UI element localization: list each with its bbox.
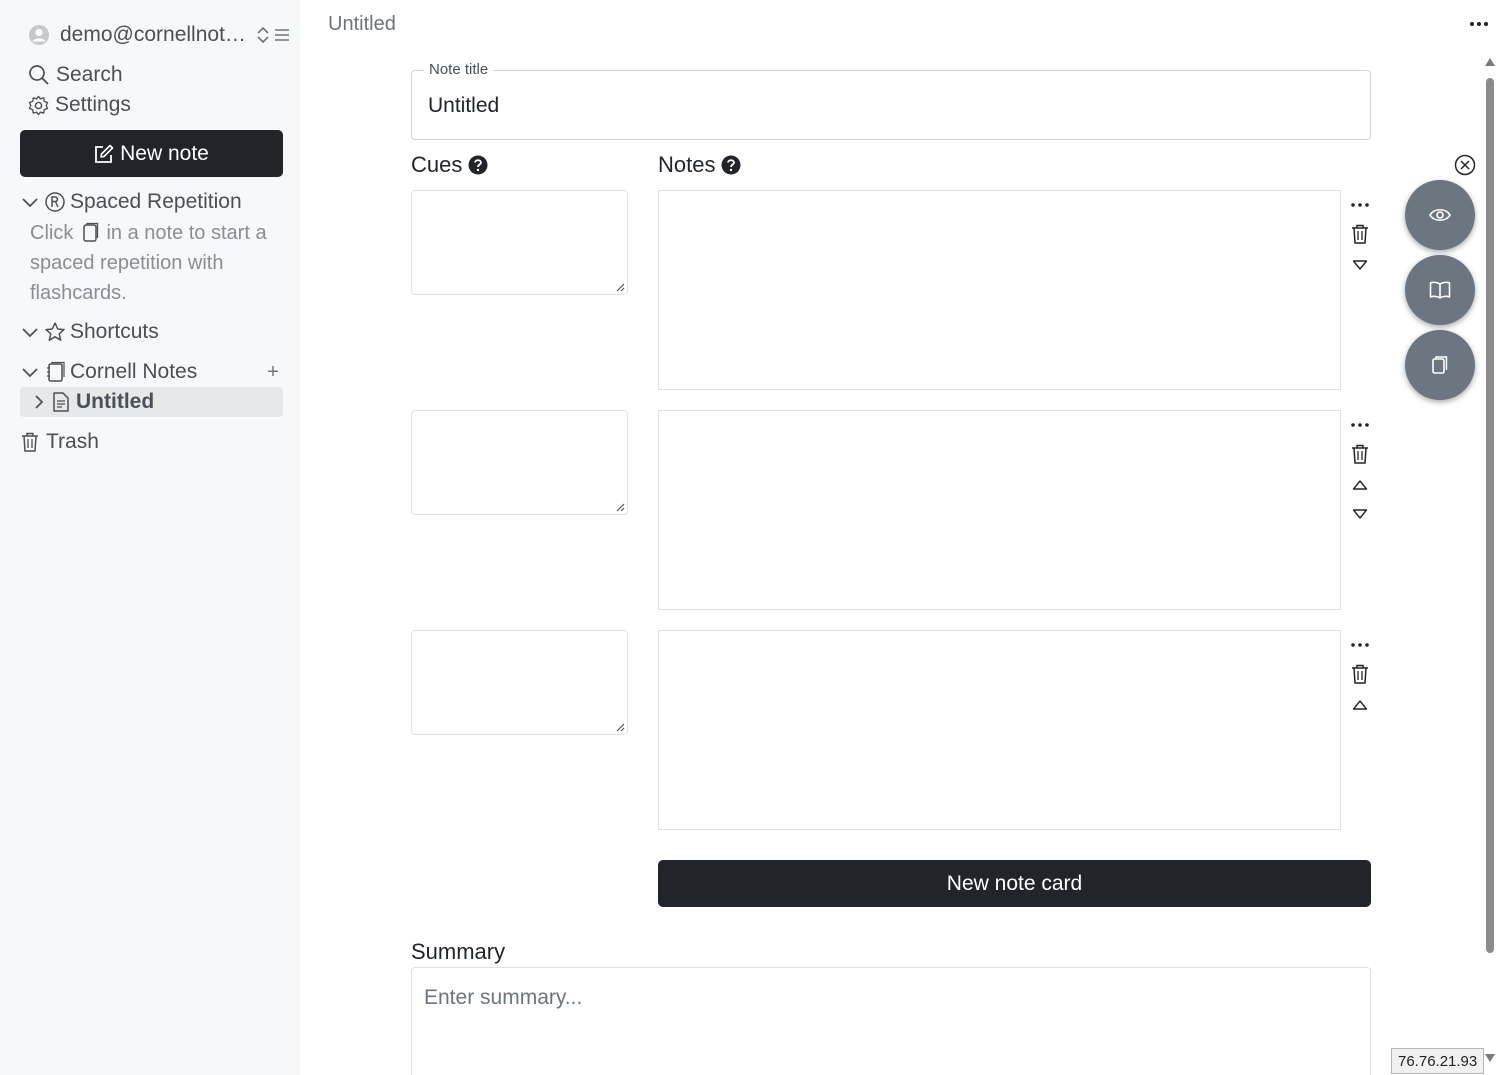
eye-icon (1429, 208, 1451, 222)
summary-field (411, 967, 1371, 1075)
scroll-down-arrow-icon[interactable] (1485, 1054, 1495, 1062)
notes-heading: Notes (658, 152, 741, 178)
book-icon (1429, 281, 1451, 299)
more-options-icon (1351, 423, 1369, 427)
search-icon (29, 65, 49, 85)
chevron-right-icon (35, 395, 44, 409)
card-delete-button[interactable] (1348, 223, 1372, 245)
card-delete-button[interactable] (1348, 443, 1372, 465)
ip-address-badge: 76.76.21.93 (1391, 1048, 1485, 1074)
summary-input[interactable] (424, 986, 1354, 1066)
notebook-icon (47, 361, 65, 382)
new-note-button[interactable]: New note (20, 130, 283, 177)
cues-label: Cues (411, 152, 463, 177)
trash-icon (1352, 224, 1368, 244)
triangle-down-icon (1352, 509, 1368, 519)
chevron-down-icon (22, 368, 38, 378)
star-icon (45, 322, 65, 341)
flashcards-icon (83, 222, 99, 242)
cues-heading: Cues (411, 152, 488, 178)
card-move-up-button[interactable] (1348, 474, 1372, 496)
note-title-field: Note title (411, 61, 1371, 140)
flashcards-icon (1432, 356, 1448, 374)
hamburger-menu-icon[interactable] (274, 27, 290, 43)
notes-label: Notes (658, 152, 716, 177)
gear-icon (28, 95, 49, 115)
study-fab-button[interactable] (1405, 255, 1475, 325)
spaced-repetition-section[interactable]: Spaced Repetition (20, 187, 242, 217)
chevron-down-icon (22, 328, 38, 338)
triangle-up-icon (1352, 480, 1368, 490)
card-more-button[interactable] (1348, 414, 1372, 436)
tree-item-untitled[interactable]: Untitled (20, 387, 283, 417)
card-move-down-button[interactable] (1348, 254, 1372, 276)
registered-r-icon (45, 192, 65, 212)
shortcuts-label: Shortcuts (70, 320, 159, 343)
trash-link[interactable]: Trash (20, 428, 99, 456)
cue-input[interactable] (411, 190, 628, 295)
user-avatar-icon (29, 25, 49, 45)
preview-fab-button[interactable] (1405, 180, 1475, 250)
cue-input[interactable] (411, 630, 628, 735)
new-note-card-button[interactable]: New note card (658, 860, 1371, 907)
shortcuts-section[interactable]: Shortcuts (20, 317, 159, 347)
spaced-repetition-label: Spaced Repetition (70, 190, 242, 213)
account-switcher[interactable]: demo@cornellnotes.com (28, 22, 292, 48)
spaced-repetition-help: Click in a note to start a spaced repeti… (30, 222, 267, 304)
page-scrollbar[interactable] (1482, 56, 1498, 1075)
new-note-label: New note (120, 141, 209, 165)
settings-link[interactable]: Settings (28, 91, 131, 119)
chevron-up-down-icon[interactable] (256, 25, 270, 45)
resize-grip-icon[interactable] (615, 282, 625, 292)
search-label: Search (56, 63, 123, 86)
trash-icon (1352, 444, 1368, 464)
card-more-button[interactable] (1348, 634, 1372, 656)
sidebar: demo@cornellnotes.com Search Settings Ne… (0, 0, 300, 1075)
chevron-down-icon (22, 198, 38, 208)
more-options-icon[interactable] (1468, 18, 1490, 30)
folder-cornell-notes[interactable]: Cornell Notes (20, 357, 197, 387)
tree-item-label: Untitled (76, 390, 155, 413)
trash-icon (1352, 664, 1368, 684)
settings-label: Settings (55, 93, 131, 116)
folder-label: Cornell Notes (70, 360, 198, 383)
search-link[interactable]: Search (28, 61, 123, 89)
document-icon (53, 392, 69, 412)
resize-grip-icon[interactable] (615, 502, 625, 512)
card-more-button[interactable] (1348, 194, 1372, 216)
trash-label: Trash (46, 430, 99, 453)
cue-input[interactable] (411, 410, 628, 515)
triangle-up-icon (1352, 700, 1368, 710)
edit-icon (95, 144, 114, 163)
note-input[interactable] (658, 630, 1341, 830)
summary-label: Summary (411, 939, 506, 964)
resize-grip-icon[interactable] (615, 722, 625, 732)
trash-icon (22, 432, 38, 452)
triangle-down-icon (1352, 260, 1368, 270)
flashcards-fab-button[interactable] (1405, 330, 1475, 400)
document-title: Untitled (328, 13, 396, 35)
scroll-up-arrow-icon[interactable] (1485, 58, 1495, 66)
add-note-to-folder-button[interactable]: + (263, 360, 283, 384)
help-icon[interactable] (468, 155, 488, 175)
more-options-icon (1351, 203, 1369, 207)
note-title-input[interactable] (428, 91, 1348, 121)
note-title-legend: Note title (424, 61, 494, 78)
help-icon[interactable] (721, 155, 741, 175)
card-move-down-button[interactable] (1348, 503, 1372, 525)
account-email: demo@cornellnotes.com (60, 23, 246, 46)
note-input[interactable] (658, 410, 1341, 610)
close-circle-icon[interactable] (1454, 154, 1476, 176)
note-input[interactable] (658, 190, 1341, 390)
card-delete-button[interactable] (1348, 663, 1372, 685)
card-move-up-button[interactable] (1348, 694, 1372, 716)
scroll-thumb[interactable] (1486, 78, 1494, 953)
more-options-icon (1351, 643, 1369, 647)
